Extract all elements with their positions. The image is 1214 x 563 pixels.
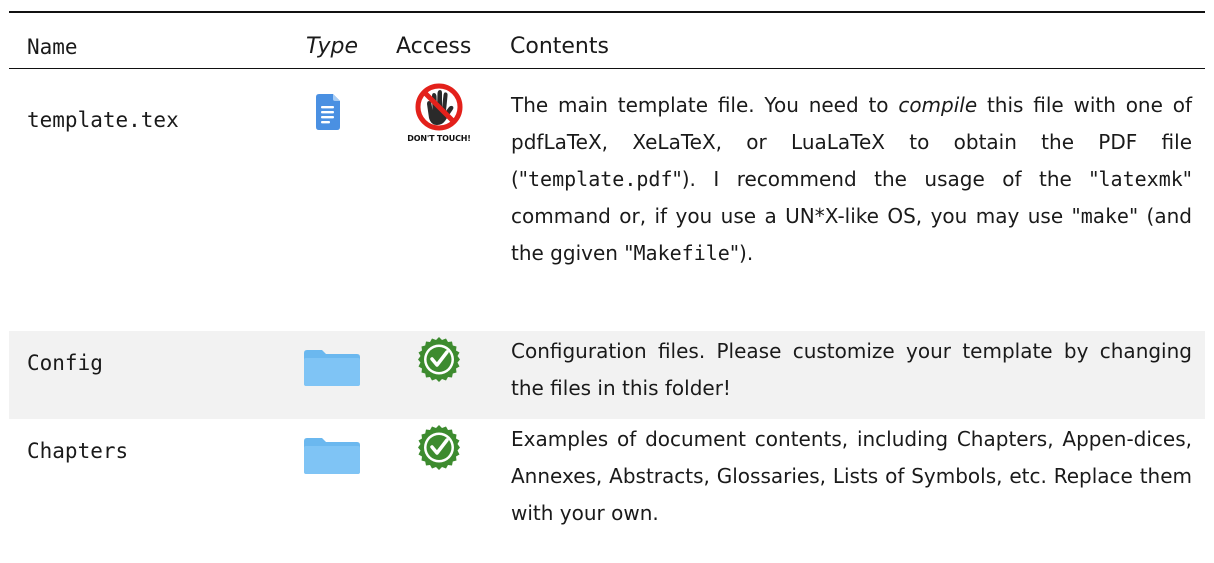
dont-touch-label: DON'T TOUCH! (407, 134, 471, 143)
folder-icon (304, 438, 360, 478)
column-header-name: Name (27, 35, 78, 59)
allowed-access-icon (414, 336, 464, 390)
column-header-type: Type (306, 34, 359, 59)
dont-touch-icon: DON'T TOUCH! (407, 82, 471, 152)
folder-name: Chapters (27, 439, 129, 463)
file-name: template.tex (27, 108, 179, 132)
row-description: The main template file. You need to comp… (511, 93, 1192, 265)
allowed-access-icon (414, 424, 464, 478)
table-row: Chapters Examples of document contents, … (9, 419, 1205, 563)
column-header-access: Access (396, 34, 472, 59)
folder-icon (304, 350, 360, 390)
table-row: template.tex DON'T TOUCH! The main templ… (9, 69, 1205, 331)
table-row: Config Configuration files. Please custo… (9, 331, 1205, 419)
row-description: Examples of document contents, including… (511, 427, 1192, 525)
document-icon (316, 94, 340, 134)
folder-name: Config (27, 351, 103, 375)
table-top-rule (9, 11, 1205, 13)
column-header-contents: Contents (510, 34, 609, 59)
row-description: Configuration files. Please customize yo… (511, 339, 1192, 400)
